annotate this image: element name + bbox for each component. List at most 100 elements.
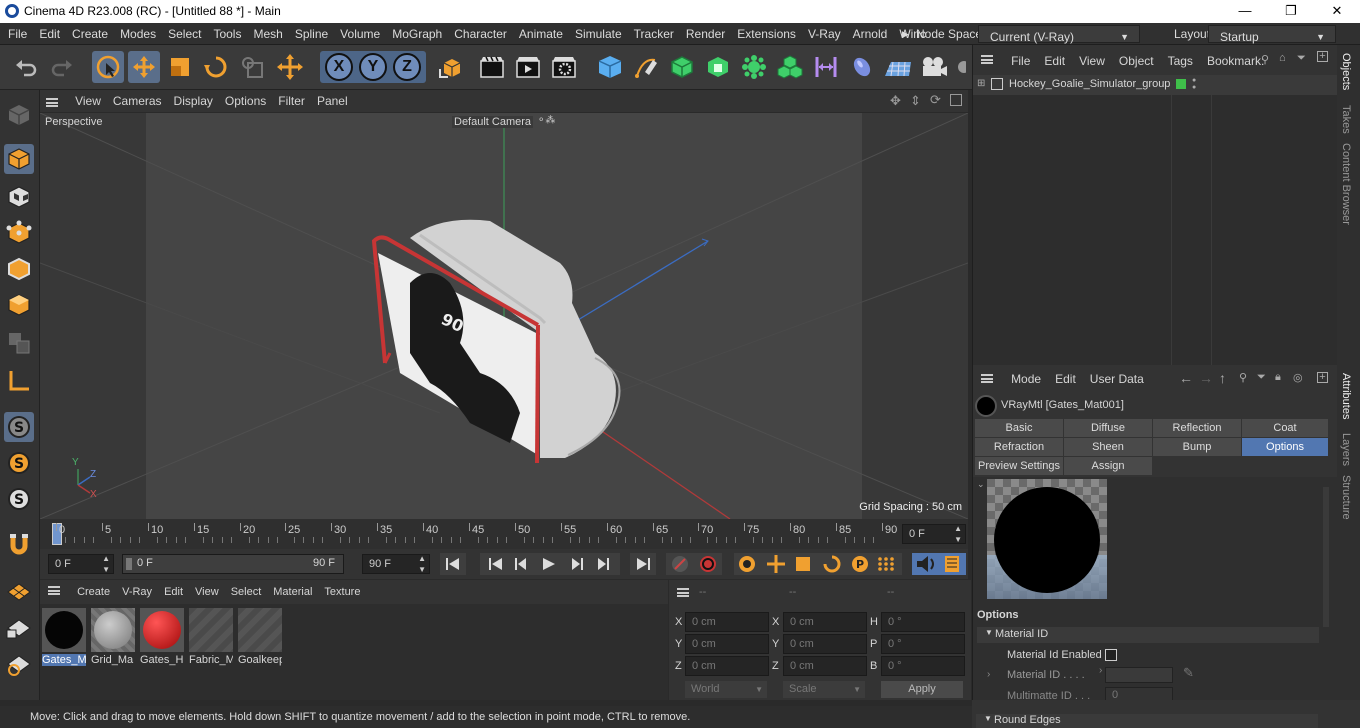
autokeying-button[interactable] [694,553,722,575]
cloner-button[interactable] [738,51,770,83]
position-z-field[interactable]: 0 cm [685,656,769,676]
attr-menu-user-data[interactable]: User Data [1083,367,1151,391]
default-camera-label[interactable]: Default Camera [452,116,534,128]
material-id-color-field[interactable] [1105,667,1173,683]
om-menu-object[interactable]: Object [1112,45,1161,77]
next-frame-button[interactable] [564,553,592,575]
rotation-p-field[interactable]: 0 ° [881,634,965,654]
workplane-button[interactable] [4,576,34,606]
current-frame-field[interactable]: 0 F ▲ ▼ [902,524,966,544]
workplane-snap-button[interactable]: S [4,484,34,514]
rotation-b-field[interactable]: 0 ° [881,656,965,676]
vp-menu-filter[interactable]: Filter [272,90,311,112]
uv-mode-button[interactable] [4,328,34,358]
sound-button[interactable] [912,553,939,575]
projection-label[interactable]: Perspective [45,116,102,128]
world-dropdown[interactable]: World ▼ [685,681,767,698]
deformer-button[interactable] [810,51,842,83]
recent-tools-button[interactable] [236,51,268,83]
mat-menu-edit[interactable]: Edit [158,580,189,604]
minimize-button[interactable]: — [1222,0,1268,23]
field-object-button[interactable] [846,51,878,83]
attr-menu-edit[interactable]: Edit [1048,367,1083,391]
key-selection-button[interactable] [734,553,762,575]
collapse-preview-icon[interactable]: ⌄ [977,479,985,490]
stepper-icon[interactable]: ▲ ▼ [954,523,962,545]
new-panel-icon[interactable]: + [1317,372,1328,383]
filter-icon[interactable]: ⏷ [1297,52,1306,65]
coordinate-system-button[interactable] [274,51,306,83]
menu-mograph[interactable]: MoGraph [386,23,448,45]
vp-menu-panel[interactable]: Panel [311,90,354,112]
layout-dropdown[interactable]: Startup ▼ [1208,25,1336,44]
vp-menu-cameras[interactable]: Cameras [107,90,168,112]
om-menu-tags[interactable]: Tags [1161,45,1200,77]
expand-chevron-icon[interactable]: › [987,669,990,680]
key-parameter-button[interactable] [846,553,874,575]
menu-render[interactable]: Render [680,23,731,45]
target-icon[interactable]: ◎ [1293,371,1303,384]
tab-basic[interactable]: Basic [975,419,1063,437]
dolly-view-icon[interactable]: ⇕ [910,93,921,109]
frame-range-slider[interactable]: 0 F 90 F [122,554,344,574]
hamburger-menu-icon[interactable] [48,586,60,595]
new-panel-icon[interactable]: + [1317,51,1328,62]
extrude-generator-button[interactable] [702,51,734,83]
menu-modes[interactable]: Modes [114,23,162,45]
stepper-icon[interactable]: ▲ ▼ [418,553,426,575]
vp-menu-options[interactable]: Options [219,90,272,112]
node-space-dropdown[interactable]: Current (V-Ray) ▼ [978,25,1140,44]
model-mode-button[interactable] [4,144,34,174]
tab-takes[interactable]: Takes [1340,105,1352,134]
object-name[interactable]: Hockey_Goalie_Simulator_group [1009,78,1170,90]
end-frame-field[interactable]: 90 F ▲ ▼ [362,554,430,574]
scale-tool-button[interactable] [164,51,196,83]
vp-menu-view[interactable]: View [69,90,107,112]
menu-animate[interactable]: Animate [513,23,569,45]
om-menu-view[interactable]: View [1072,45,1112,77]
subdivision-surface-button[interactable] [666,51,698,83]
tab-structure[interactable]: Structure [1340,475,1352,520]
eyedropper-icon[interactable]: ✎ [1183,665,1194,681]
om-menu-file[interactable]: File [1004,45,1037,77]
mat-menu-texture[interactable]: Texture [318,580,366,604]
magnet-tool-button[interactable] [4,530,34,560]
rotate-tool-button[interactable] [200,51,232,83]
locked-workplane-button[interactable] [4,612,34,642]
x-axis-lock-button[interactable]: X [325,53,353,81]
go-to-end-button[interactable] [630,553,656,575]
tab-assign[interactable]: Assign [1064,457,1152,475]
tab-bump[interactable]: Bump [1153,438,1241,456]
size-z-field[interactable]: 0 cm [783,656,867,676]
hamburger-menu-icon[interactable] [46,97,58,107]
search-icon[interactable]: ⚲ [1239,371,1247,384]
menu-arnold[interactable]: Arnold [847,23,894,45]
home-icon[interactable]: ⌂ [1279,52,1286,64]
menu-mesh[interactable]: Mesh [247,23,288,45]
mat-menu-vray[interactable]: V-Ray [116,580,158,604]
render-to-picture-viewer-button[interactable] [512,51,544,83]
visibility-dots-icon[interactable]: ● ● [1192,77,1196,91]
up-arrow-icon[interactable]: ↑ [1219,370,1226,386]
record-active-objects-button[interactable] [666,553,694,575]
scrollbar[interactable] [1323,487,1329,627]
back-arrow-icon[interactable]: ← [1179,370,1193,386]
previous-key-button[interactable] [480,553,508,575]
camera-link-icon[interactable]: ⚬⁂ [537,115,555,126]
mat-menu-create[interactable]: Create [71,580,116,604]
redo-button[interactable] [46,51,78,83]
material-item[interactable]: Gates_H [140,608,184,668]
move-tool-button[interactable] [128,51,160,83]
menu-vray[interactable]: V-Ray [802,23,847,45]
tab-reflection[interactable]: Reflection [1153,419,1241,437]
film-strip-button[interactable] [939,553,966,575]
live-selection-button[interactable] [92,51,124,83]
size-y-field[interactable]: 0 cm [783,634,867,654]
menu-file[interactable]: File [2,23,33,45]
filter-icon[interactable]: ⏷ [1257,371,1266,384]
key-scale-button[interactable] [790,553,818,575]
layer-color-swatch[interactable] [1176,79,1186,89]
attr-menu-mode[interactable]: Mode [1004,367,1048,391]
pan-view-icon[interactable]: ✥ [890,93,901,109]
start-frame-field[interactable]: 0 F ▲ ▼ [48,554,114,574]
